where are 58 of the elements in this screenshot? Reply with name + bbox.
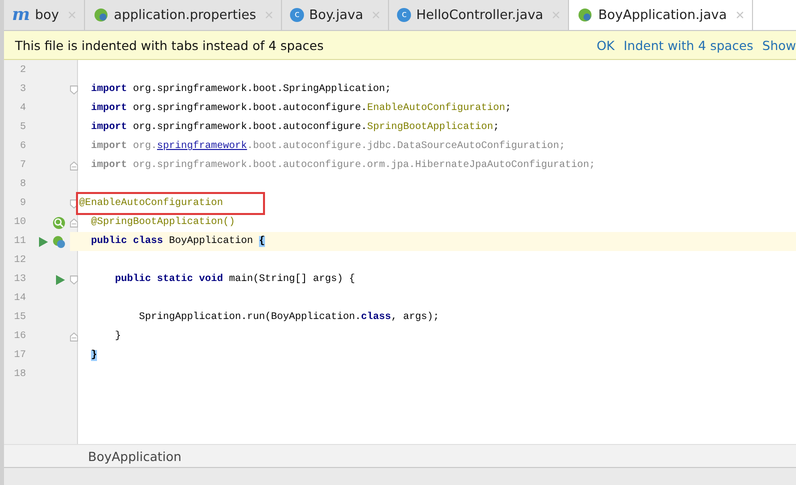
close-icon[interactable] (736, 11, 744, 19)
line-number: 16 (12, 330, 26, 344)
tab-label: application.properties (114, 8, 256, 22)
code-line: import org.springframework.boot.autoconfigure.EnableAutoConfiguration; (91, 103, 512, 114)
line-number: 15 (12, 311, 26, 325)
notification-link[interactable]: OK (596, 38, 615, 52)
file-tab[interactable]: BoyApplication.java (569, 0, 753, 30)
fold-icon[interactable] (70, 274, 78, 284)
code-line: public class BoyApplication { (91, 236, 266, 247)
code-line: import org.springframework.boot.autoconfigure.SpringBootApplication; (91, 122, 500, 133)
line-number: 7 (18, 159, 26, 173)
line-number: 12 (12, 254, 26, 268)
tab-label: BoyApplication.java (598, 8, 727, 22)
line-number: 11 (4, 232, 26, 251)
close-icon[interactable] (372, 11, 380, 19)
code-line: } (114, 331, 122, 342)
line-number: 5 (18, 121, 26, 135)
bean-icon[interactable] (52, 234, 66, 248)
code-line: @SpringBootApplication() (91, 217, 236, 228)
class-icon: c (290, 8, 304, 22)
close-icon[interactable] (265, 11, 274, 19)
notification-link[interactable]: Show (762, 38, 796, 52)
code-line: import org.springframework.boot.SpringApplication; (91, 84, 392, 95)
line-number: 17 (12, 349, 26, 363)
notification-message: This file is indented with tabs instead of 4 spaces (15, 38, 324, 52)
file-tab[interactable]: c Boy.java (282, 0, 390, 30)
code-line: @EnableAutoConfiguration (79, 198, 224, 209)
class-icon: c (397, 8, 412, 22)
fold-icon[interactable] (70, 84, 78, 94)
code-line: public static void main(String[] args) { (114, 274, 356, 285)
line-number: 14 (12, 292, 26, 306)
file-tab[interactable]: application.properties (84, 0, 282, 30)
line-number: 13 (12, 273, 26, 287)
close-icon[interactable] (68, 11, 76, 19)
tab-label: boy (35, 8, 59, 22)
close-icon[interactable] (552, 11, 560, 19)
tab-label: Boy.java (309, 8, 364, 22)
line-number: 9 (18, 197, 26, 211)
file-tab[interactable]: m boy (4, 0, 85, 30)
line-number: 18 (12, 368, 26, 382)
notification-link[interactable]: Indent with 4 spaces (624, 38, 754, 52)
line-number: 4 (18, 102, 26, 116)
line-number: 2 (18, 64, 26, 78)
line-number: 3 (18, 83, 26, 97)
line-number: 10 (12, 216, 26, 230)
code-line: SpringApplication.run(BoyApplication.class, args); (138, 312, 440, 323)
run-icon[interactable] (54, 274, 66, 286)
leaf-icon (577, 7, 594, 23)
maven-icon: m (12, 6, 30, 24)
breadcrumb[interactable]: BoyApplication (88, 448, 182, 464)
code-line: import org.springframework.boot.autoconfigure.jdbc.DataSourceAutoConfiguration; (91, 141, 566, 152)
tab-label: HelloController.java (416, 8, 544, 22)
leaf-icon (92, 7, 109, 23)
run-icon[interactable] (37, 236, 49, 248)
bean-search-icon[interactable] (52, 216, 66, 230)
line-number: 6 (18, 140, 26, 154)
code-line: import org.springframework.boot.autoconfigure.orm.jpa.HibernateJpaAutoConfiguration; (91, 160, 596, 171)
line-number: 8 (18, 178, 26, 192)
